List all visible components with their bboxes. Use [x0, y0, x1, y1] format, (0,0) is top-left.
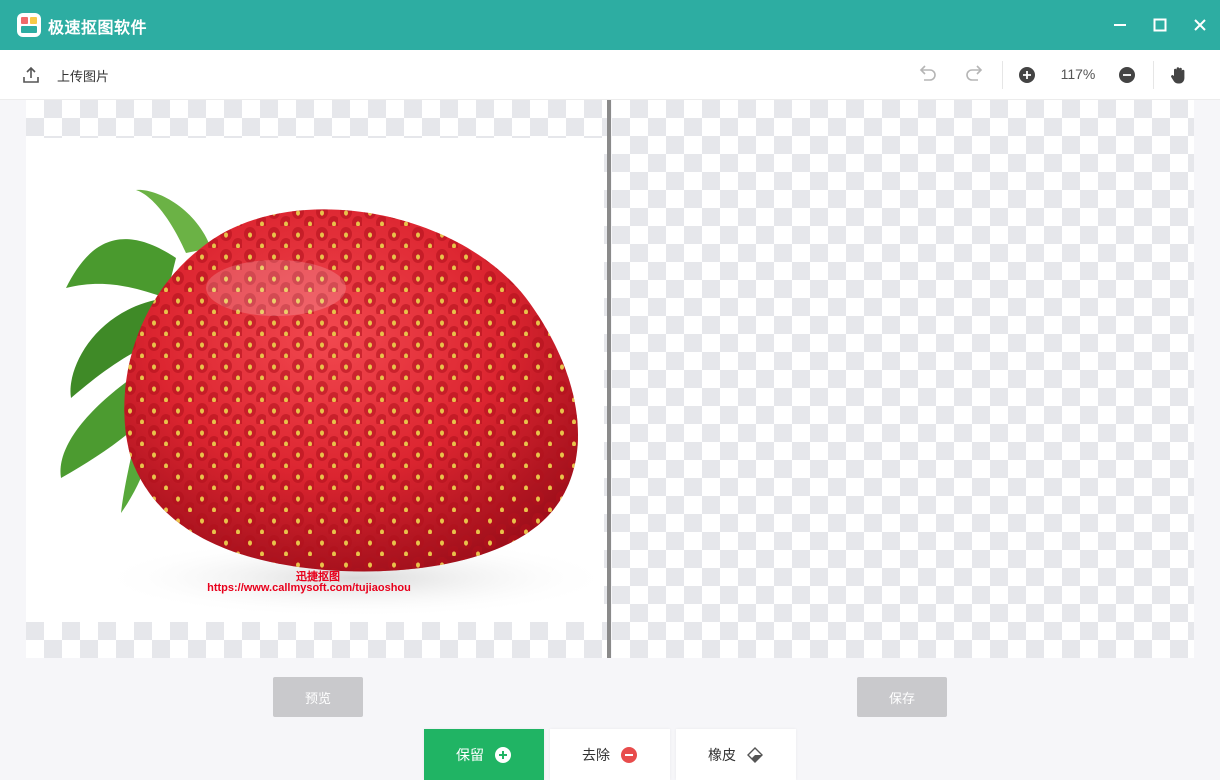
zoom-in-button[interactable]: [1015, 63, 1039, 87]
remove-label: 去除: [582, 746, 610, 763]
upload-icon: [23, 66, 39, 83]
keep-mode-button[interactable]: 保留: [424, 729, 544, 780]
keep-label: 保留: [456, 746, 484, 763]
zoom-level: 117%: [1060, 66, 1096, 82]
toolbar: 上传图片 117%: [0, 50, 1220, 100]
eraser-mode-button[interactable]: 橡皮: [676, 729, 796, 780]
split-divider[interactable]: [607, 100, 611, 658]
remove-mode-button[interactable]: 去除: [550, 729, 670, 780]
maximize-button[interactable]: [1146, 11, 1174, 39]
toolbar-divider: [1002, 61, 1003, 89]
upload-label: 上传图片: [57, 68, 110, 84]
pan-hand-button[interactable]: [1167, 63, 1191, 87]
upload-image-button[interactable]: 上传图片: [22, 64, 109, 86]
undo-button[interactable]: [915, 63, 939, 87]
undo-icon: [919, 65, 936, 81]
redo-icon: [966, 65, 983, 81]
close-icon: [1194, 19, 1206, 31]
result-preview-pane: [612, 100, 1194, 658]
redo-button[interactable]: [963, 63, 987, 87]
eraser-label: 橡皮: [708, 746, 736, 763]
strawberry-image: [60, 189, 604, 618]
app-title: 极速抠图软件: [48, 20, 148, 37]
preview-button[interactable]: 预览: [273, 677, 363, 717]
zoom-out-icon: [1119, 67, 1135, 83]
title-bar: 极速抠图软件: [0, 0, 1220, 50]
toolbar-divider: [1153, 61, 1154, 89]
source-photo[interactable]: 迅捷抠图 https://www.callmysoft.com/tujiaosh…: [26, 138, 604, 622]
app-logo-icon: [17, 13, 41, 37]
eraser-icon: [747, 746, 763, 763]
zoom-out-button[interactable]: [1115, 63, 1139, 87]
zoom-in-icon: [1019, 67, 1035, 83]
minimize-button[interactable]: [1106, 11, 1134, 39]
add-circle-icon: [495, 746, 511, 763]
maximize-icon: [1153, 18, 1167, 32]
remove-circle-icon: [621, 746, 637, 763]
minimize-icon: [1114, 24, 1126, 26]
save-button[interactable]: 保存: [857, 677, 947, 717]
close-button[interactable]: [1186, 11, 1214, 39]
hand-icon: [1171, 67, 1185, 84]
watermark-url: https://www.callmysoft.com/tujiaoshou: [207, 582, 411, 594]
